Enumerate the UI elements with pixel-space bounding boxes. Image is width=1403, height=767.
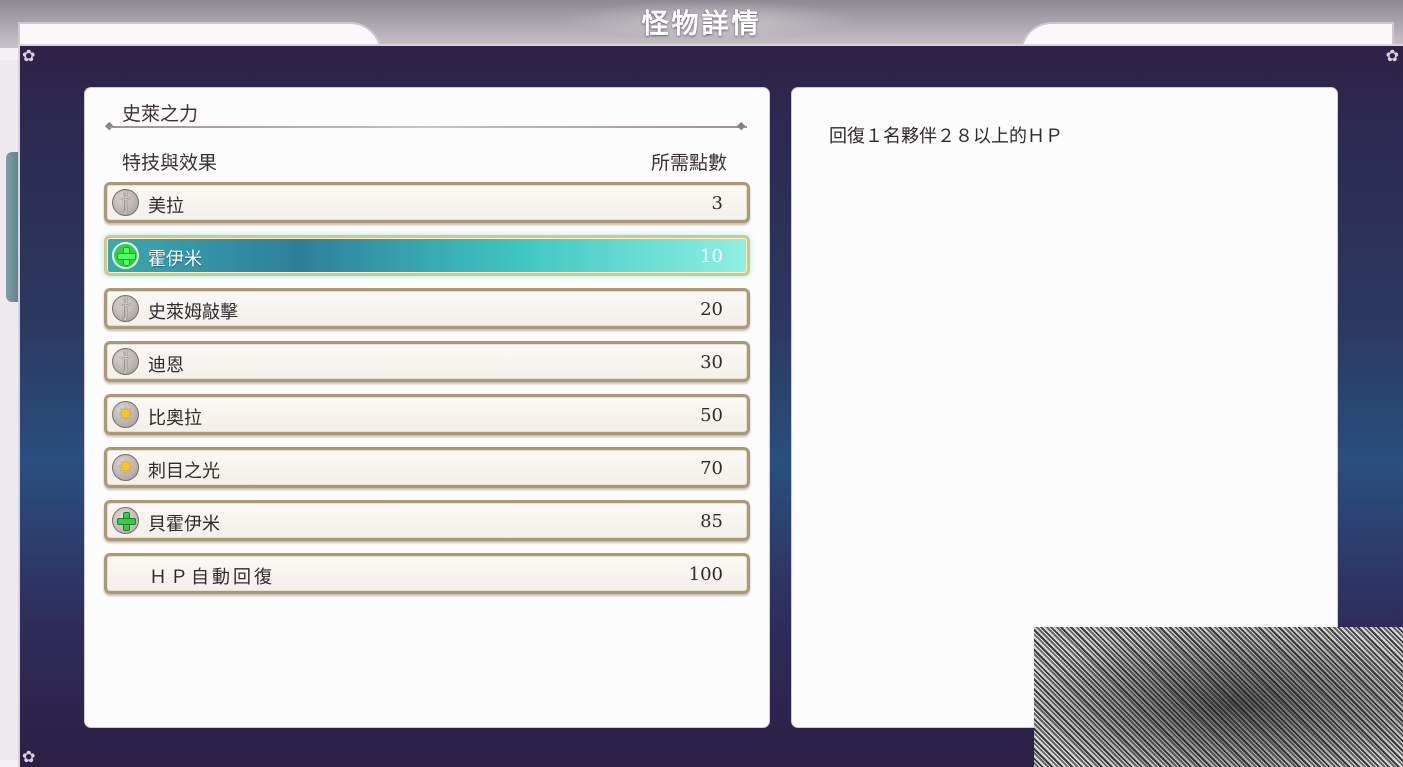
skill-cost: 100 [688,564,723,585]
heal-plus-icon [112,242,139,269]
skill-row-dazzle[interactable]: ✸ 刺目之光 70 [104,447,750,488]
skill-list: 🗡 美拉 3 霍伊米 10 🗡 史萊姆敲擊 20 🗡 迪恩 30 ✸ 比奧拉 5… [104,182,750,606]
sword-icon: 🗡 [110,346,141,377]
skill-cost: 3 [711,193,723,214]
skill-row-biora[interactable]: ✸ 比奧拉 50 [104,394,750,435]
heal-plus-icon [112,507,139,534]
skill-label: ＨＰ自動回復 [149,567,275,588]
skill-cost: 70 [700,458,723,479]
page-title: 怪物詳情 [641,9,762,40]
skill-row-dean[interactable]: 🗡 迪恩 30 [104,341,750,382]
skill-row-slime-strike[interactable]: 🗡 史萊姆敲擊 20 [104,288,750,329]
skill-label: 霍伊米 [148,249,202,270]
skill-panel: 史萊之力 ◆ ◆ 特技與效果 所需點數 🗡 美拉 3 霍伊米 10 🗡 史萊姆敲… [85,88,769,727]
divider [109,126,747,128]
corner-ornament-icon: ✿ [22,747,36,766]
sword-icon: 🗡 [110,293,141,324]
skill-row-hoimi[interactable]: 霍伊米 10 [104,235,750,276]
skill-row-mera[interactable]: 🗡 美拉 3 [104,182,750,223]
column-header-points: 所需點數 [650,152,727,174]
noise-overlay [1034,627,1403,767]
monster-name: 史萊之力 [122,103,199,125]
skill-description: 回復１名夥伴２８以上的ＨＰ [829,126,1063,147]
skill-cost: 50 [700,405,723,426]
corner-ornament-icon: ✿ [22,46,36,65]
skill-label: 刺目之光 [148,461,220,482]
buff-burst-icon: ✸ [112,454,139,481]
skill-label: 史萊姆敲擊 [148,302,238,323]
skill-cost: 85 [700,511,723,532]
skill-row-behoimi[interactable]: 貝霍伊米 85 [104,500,750,541]
skill-row-hp-regen[interactable]: ＨＰ自動回復 100 [104,553,750,594]
column-header-skill: 特技與效果 [122,152,218,174]
skill-label: 美拉 [148,196,184,217]
rule-ornament-icon: ◆ [737,119,746,132]
skill-cost: 10 [700,246,723,267]
buff-burst-icon: ✸ [112,401,139,428]
skill-label: 比奧拉 [148,408,202,429]
skill-cost: 20 [700,299,723,320]
sword-icon: 🗡 [110,187,141,218]
skill-label: 迪恩 [148,355,184,376]
corner-ornament-icon: ✿ [1385,46,1399,65]
skill-cost: 30 [700,352,723,373]
skill-label: 貝霍伊米 [148,514,220,535]
